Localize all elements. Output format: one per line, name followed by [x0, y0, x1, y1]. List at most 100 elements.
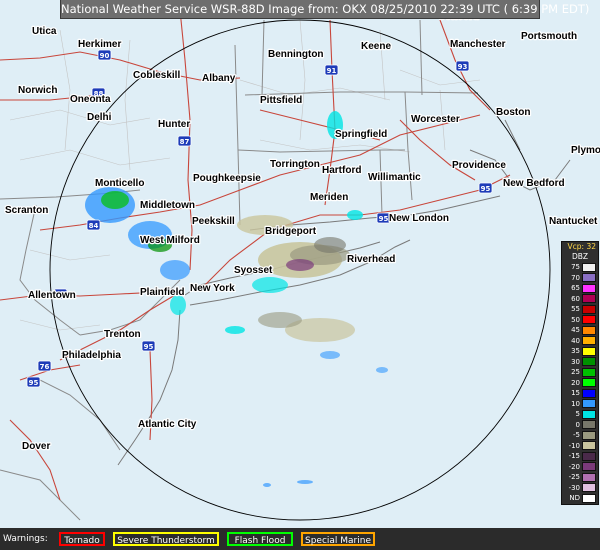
city-label: Monticello: [95, 178, 144, 189]
legend-value: 60: [571, 294, 580, 303]
city-nantucket: Nantucket: [548, 215, 600, 229]
city-west-milford: West Milford: [139, 234, 201, 248]
city-label: Manchester: [450, 39, 506, 50]
legend-swatch: [582, 472, 596, 482]
city-philadelphia: Philadelphia: [61, 349, 123, 363]
city-utica: Utica: [31, 25, 58, 39]
city-label: Oneonta: [70, 94, 111, 105]
city-middletown: Middletown: [139, 199, 197, 213]
city-label: Peekskill: [192, 216, 235, 227]
legend-unit: DBZ: [571, 252, 589, 261]
city-label: Boston: [496, 107, 530, 118]
legend-entry: 20: [562, 378, 598, 389]
city-hunter: Hunter: [157, 118, 192, 132]
city-label: Allentown: [28, 290, 76, 301]
legend-swatch: [582, 378, 596, 388]
city-label: Hunter: [158, 119, 190, 130]
city-dover: Dover: [21, 440, 52, 454]
legend-value: -5: [573, 431, 580, 440]
legend-swatch: [582, 399, 596, 409]
interstate-shield-90: 90: [97, 49, 112, 61]
legend-entry: 55: [562, 304, 598, 315]
city-label: Riverhead: [347, 254, 395, 265]
interstate-shield-95: 95: [141, 340, 156, 352]
city-torrington: Torrington: [269, 158, 321, 172]
warning-special-marine-button[interactable]: Special Marine: [301, 532, 375, 546]
legend-value: -15: [568, 452, 580, 461]
legend-swatch: [582, 336, 596, 346]
legend-swatch: [582, 283, 596, 293]
legend-value: 25: [571, 368, 580, 377]
legend-swatch: [582, 451, 596, 461]
city-poughkeepsie: Poughkeepsie: [192, 172, 263, 186]
legend-entry: 0: [562, 420, 598, 431]
legend-value: 35: [571, 347, 580, 356]
shield-label: 95: [144, 343, 154, 351]
legend-vcp: Vcp: 32: [567, 242, 596, 251]
city-label: Scranton: [5, 205, 48, 216]
interstate-shield-76: 76: [37, 360, 52, 372]
legend-entry: 10: [562, 399, 598, 410]
legend-swatch: [582, 273, 596, 283]
legend-value: -30: [568, 483, 580, 492]
shield-label: 91: [327, 67, 337, 75]
city-label: Utica: [32, 26, 57, 37]
city-label: Hartford: [322, 165, 361, 176]
legend-value: 0: [575, 420, 580, 429]
city-label: Nantucket: [549, 216, 598, 227]
legend-entry: 25: [562, 367, 598, 378]
city-label: Poughkeepsie: [193, 173, 261, 184]
interstate-shield-87: 87: [177, 135, 192, 147]
legend-swatch: [582, 483, 596, 493]
city-label: Bridgeport: [265, 226, 317, 237]
city-monticello: Monticello: [94, 177, 146, 191]
interstate-shield-95: 95: [478, 182, 493, 194]
legend-entry: 15: [562, 388, 598, 399]
legend-value: 45: [571, 326, 580, 335]
radar-map[interactable]: 909193888784959578957695 UticaHerkimerCo…: [0, 0, 600, 528]
city-bridgeport: Bridgeport: [264, 225, 318, 239]
interstate-shield-91: 91: [324, 64, 339, 76]
city-label: Providence: [452, 160, 506, 171]
warnings-list: Tornado Severe Thunderstorm Flash Flood Spe…: [59, 532, 383, 546]
dbz-legend: Vcp: 32 DBZ 75 70 65 60 55 50 45 40 35 30 25 20 15 10…: [561, 241, 599, 505]
interstate-shield-84: 84: [86, 219, 101, 231]
city-label: Pittsfield: [260, 95, 302, 106]
city-plymouth: Plymouth: [570, 144, 600, 158]
city-label: Plymouth: [571, 145, 600, 156]
city-label: Middletown: [140, 200, 195, 211]
legend-swatch: [582, 409, 596, 419]
legend-value: -25: [568, 473, 580, 482]
legend-value: -20: [568, 462, 580, 471]
legend-swatch: [582, 304, 596, 314]
city-hartford: Hartford: [321, 164, 363, 178]
legend-swatch: [582, 493, 596, 503]
legend-swatch: [582, 462, 596, 472]
city-pittsfield: Pittsfield: [259, 94, 304, 108]
legend-value: 40: [571, 336, 580, 345]
legend-value: 70: [571, 273, 580, 282]
city-label: New London: [389, 213, 449, 224]
warning-tornado-button[interactable]: Tornado: [59, 532, 105, 546]
city-syosset: Syosset: [233, 264, 275, 278]
legend-value: 20: [571, 378, 580, 387]
radar-viewer: 909193888784959578957695 UticaHerkimerCo…: [0, 0, 600, 550]
warning-flash-flood-button[interactable]: Flash Flood: [227, 532, 293, 546]
legend-swatch: [582, 441, 596, 451]
city-label: Plainfield: [140, 287, 184, 298]
legend-entry: 75: [562, 262, 598, 273]
city-new-london: New London: [388, 212, 451, 226]
legend-entry: 5: [562, 409, 598, 420]
legend-entry: -25: [562, 472, 598, 483]
city-peekskill: Peekskill: [191, 215, 237, 229]
city-boston: Boston: [495, 106, 532, 120]
warning-severe-thunderstorm-button[interactable]: Severe Thunderstorm: [113, 532, 219, 546]
shield-label: 84: [89, 222, 99, 230]
city-label: Albany: [202, 73, 236, 84]
legend-entry: -30: [562, 483, 598, 494]
city-herkimer: Herkimer: [77, 38, 123, 52]
shield-label: 93: [458, 63, 468, 71]
shield-label: 90: [100, 52, 110, 60]
legend-value: ND: [569, 494, 580, 503]
city-albany: Albany: [201, 72, 237, 86]
